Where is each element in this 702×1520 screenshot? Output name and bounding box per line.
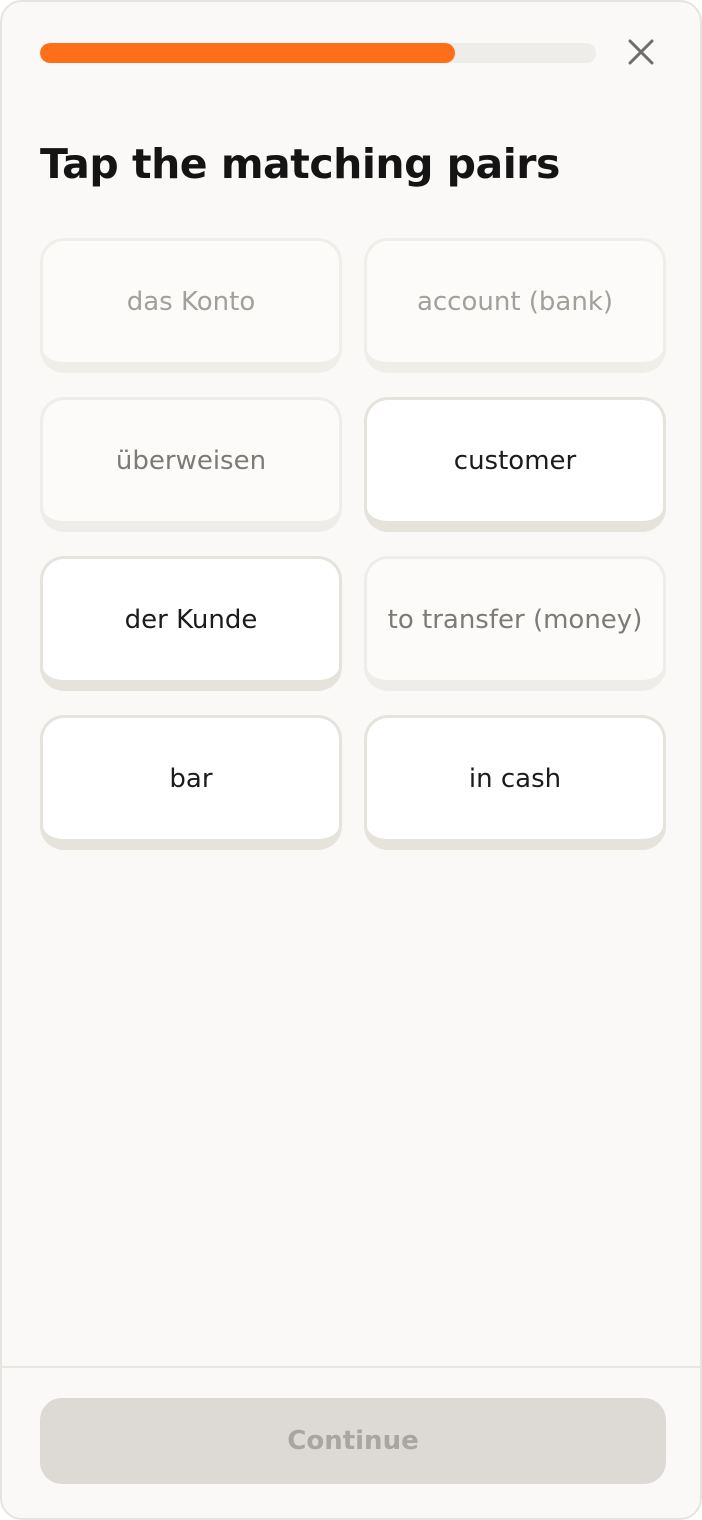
pair-card-label: der Kunde — [124, 604, 258, 635]
pair-card-ueberweisen[interactable]: überweisen — [40, 397, 342, 532]
continue-button[interactable]: Continue — [40, 1398, 666, 1484]
pair-card-label: das Konto — [126, 286, 256, 317]
progress-bar-fill — [40, 43, 456, 63]
pair-card-bar[interactable]: bar — [40, 715, 342, 850]
lesson-screen: Tap the matching pairs das Konto account… — [0, 0, 702, 1520]
pair-card-customer[interactable]: customer — [364, 397, 666, 532]
close-icon — [628, 39, 654, 65]
pair-card-in-cash[interactable]: in cash — [364, 715, 666, 850]
pair-card-account-bank[interactable]: account (bank) — [364, 238, 666, 373]
close-button[interactable] — [622, 32, 660, 72]
pair-card-das-konto[interactable]: das Konto — [40, 238, 342, 373]
pair-card-label: in cash — [468, 763, 562, 794]
pair-card-to-transfer-money[interactable]: to transfer (money) — [364, 556, 666, 691]
progress-bar — [40, 43, 596, 63]
pair-card-der-kunde[interactable]: der Kunde — [40, 556, 342, 691]
pair-card-label: überweisen — [115, 445, 267, 476]
matching-grid: das Konto account (bank) überweisen cust… — [40, 238, 666, 850]
page-title: Tap the matching pairs — [40, 140, 560, 188]
pair-card-label: customer — [453, 445, 577, 476]
pair-card-label: to transfer (money) — [387, 604, 643, 635]
pair-card-label: account (bank) — [416, 286, 614, 317]
pair-card-label: bar — [169, 763, 213, 794]
